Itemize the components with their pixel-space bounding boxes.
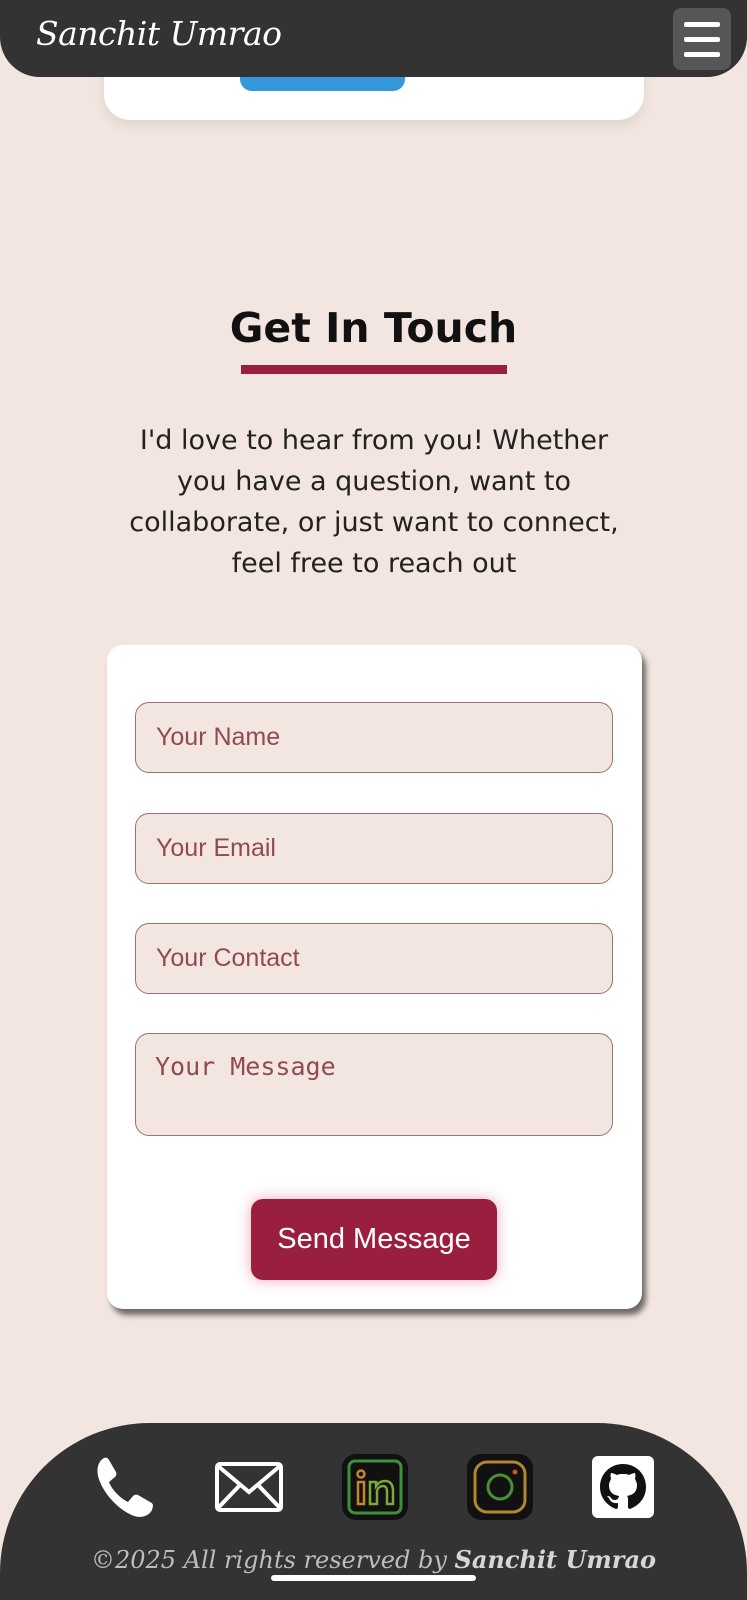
hamburger-line: [684, 37, 720, 42]
hamburger-menu-button[interactable]: [673, 8, 731, 70]
copyright-text: ©2025 All rights reserved by Sanchit Umr…: [0, 1545, 747, 1574]
send-message-button[interactable]: Send Message: [251, 1199, 497, 1280]
phone-icon[interactable]: [90, 1452, 160, 1522]
linkedin-icon[interactable]: [340, 1452, 410, 1522]
message-textarea[interactable]: [135, 1033, 613, 1136]
contact-input[interactable]: [135, 923, 613, 994]
github-icon[interactable]: [588, 1452, 658, 1522]
instagram-icon[interactable]: [465, 1452, 535, 1522]
copyright-prefix: ©2025 All rights reserved by: [90, 1546, 455, 1574]
copyright-name: Sanchit Umrao: [454, 1545, 657, 1574]
title-underline: [241, 365, 507, 374]
name-input[interactable]: [135, 702, 613, 773]
email-icon[interactable]: [214, 1452, 284, 1522]
navbar: Sanchit Umrao: [0, 0, 747, 77]
hamburger-menu-icon: [684, 22, 720, 27]
contact-section-title: Get In Touch: [229, 304, 518, 352]
home-indicator[interactable]: [271, 1575, 476, 1581]
email-input[interactable]: [135, 813, 613, 884]
hamburger-line: [684, 52, 720, 57]
contact-intro-text: I'd love to hear from you! Whether you h…: [129, 425, 619, 579]
brand-logo[interactable]: Sanchit Umrao: [36, 14, 282, 53]
